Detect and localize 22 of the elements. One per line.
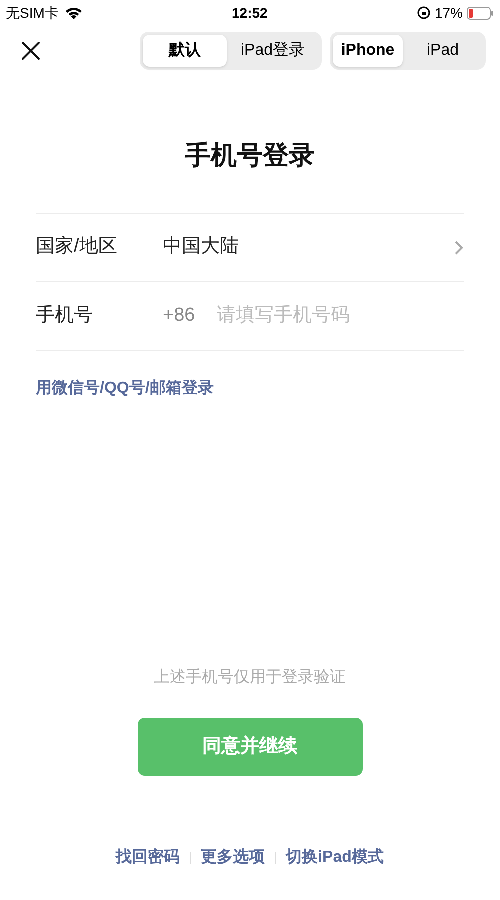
footer-link[interactable]: 更多选项 xyxy=(201,846,266,870)
rotation-lock-icon xyxy=(416,6,431,20)
phone-input[interactable]: 请填写手机号码 xyxy=(217,302,464,330)
carrier-text: 无SIM卡 xyxy=(6,4,59,22)
alt-login-link[interactable]: 用微信号/QQ号/邮箱登录 xyxy=(36,377,214,401)
segment-tab[interactable]: iPad xyxy=(403,35,483,67)
close-icon[interactable] xyxy=(20,40,42,62)
country-code: +86 xyxy=(163,304,196,328)
notice-text: 上述手机号仅用于登录验证 xyxy=(153,668,347,688)
footer-link[interactable]: 切换iPad模式 xyxy=(286,846,384,870)
page-title: 手机号登录 xyxy=(184,139,316,171)
segment-tab[interactable]: 默认 xyxy=(143,35,227,67)
footer-link[interactable]: 找回密码 xyxy=(116,846,180,870)
region-value[interactable]: 中国大陆 xyxy=(163,233,454,262)
field-label: 手机号 xyxy=(36,304,94,328)
segment-tab[interactable]: iPad登录 xyxy=(227,35,319,67)
battery-percent: 17% xyxy=(434,4,463,22)
wifi-icon xyxy=(64,6,83,20)
battery-icon xyxy=(466,6,494,20)
field-label: 国家/地区 xyxy=(36,235,118,260)
segment-tab[interactable]: iPhone xyxy=(333,35,403,67)
status-time: 12:52 xyxy=(232,4,268,22)
